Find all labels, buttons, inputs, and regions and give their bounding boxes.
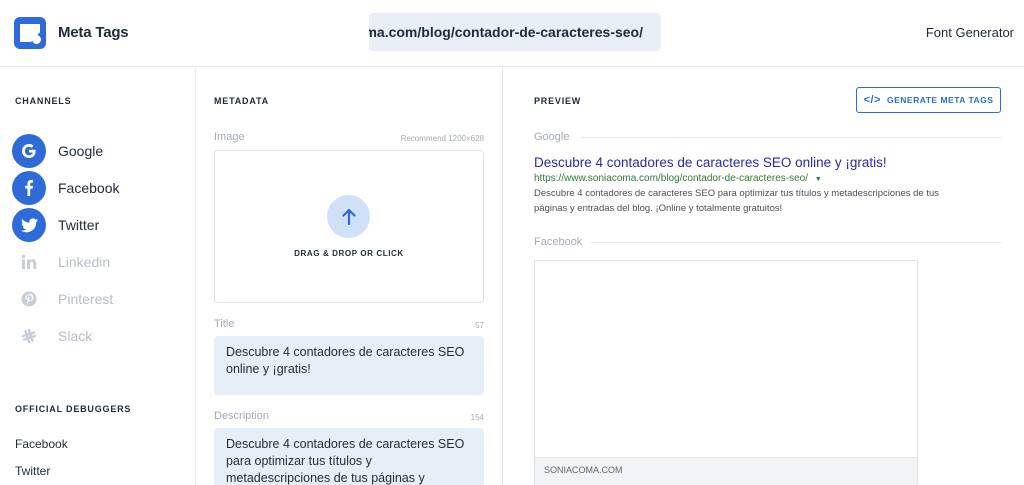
google-result-url: https://www.soniacoma.com/blog/contador-… bbox=[534, 173, 822, 184]
google-result-url-text: https://www.soniacoma.com/blog/contador-… bbox=[534, 173, 809, 184]
channel-twitter[interactable]: Twitter bbox=[12, 208, 182, 242]
top-bar: Meta Tags oma.com/blog/contador-de-carac… bbox=[0, 0, 1024, 67]
dropzone-text: DRAG & DROP OR CLICK bbox=[294, 249, 404, 258]
pinterest-icon bbox=[12, 282, 46, 316]
caret-down-icon: ▼ bbox=[814, 176, 822, 183]
font-generator-link[interactable]: Font Generator bbox=[926, 25, 1014, 40]
preview-panel: PREVIEW </> GENERATE META TAGS Google De… bbox=[503, 68, 1024, 485]
upload-arrow-icon bbox=[327, 195, 370, 238]
channel-label: Slack bbox=[58, 328, 93, 344]
channel-label: Linkedin bbox=[58, 254, 111, 270]
channel-facebook[interactable]: Facebook bbox=[12, 171, 182, 205]
slack-icon bbox=[12, 319, 46, 353]
image-label: Image bbox=[214, 131, 245, 143]
facebook-card-footer: SONIACOMA.COM bbox=[535, 457, 917, 485]
official-debuggers-heading: OFFICIAL DEBUGGERS bbox=[15, 404, 132, 414]
sidebar: CHANNELS Google Facebook Twitter Linkedi… bbox=[0, 68, 196, 485]
facebook-preview-card: SONIACOMA.COM bbox=[534, 260, 918, 485]
facebook-icon bbox=[12, 171, 46, 205]
metadata-heading: METADATA bbox=[214, 96, 269, 106]
facebook-card-domain: SONIACOMA.COM bbox=[544, 465, 623, 475]
google-result-title[interactable]: Descubre 4 contadores de caracteres SEO … bbox=[534, 155, 887, 170]
meta-tags-logo-icon[interactable] bbox=[14, 17, 46, 49]
google-icon bbox=[12, 134, 46, 168]
facebook-divider bbox=[591, 242, 1001, 243]
description-char-count: 154 bbox=[470, 413, 484, 422]
metadata-panel: METADATA Image Recommend 1200×628 DRAG &… bbox=[196, 68, 503, 485]
description-input[interactable]: Descubre 4 contadores de caracteres SEO … bbox=[214, 428, 484, 485]
preview-heading: PREVIEW bbox=[534, 96, 582, 106]
channel-slack[interactable]: Slack bbox=[12, 319, 182, 353]
debugger-link-facebook[interactable]: Facebook bbox=[15, 437, 68, 451]
code-icon: </> bbox=[863, 94, 881, 106]
url-input[interactable]: oma.com/blog/contador-de-caracteres-seo/ bbox=[369, 13, 661, 51]
channel-pinterest[interactable]: Pinterest bbox=[12, 282, 182, 316]
channels-heading: CHANNELS bbox=[15, 96, 72, 106]
linkedin-icon bbox=[12, 245, 46, 279]
channel-label: Twitter bbox=[58, 217, 100, 233]
generate-button-label: GENERATE META TAGS bbox=[886, 95, 994, 105]
channel-label: Pinterest bbox=[58, 291, 114, 307]
generate-meta-tags-button[interactable]: </> GENERATE META TAGS bbox=[856, 87, 1001, 113]
facebook-preview-label: Facebook bbox=[534, 236, 583, 248]
channel-label: Facebook bbox=[58, 180, 120, 196]
description-label: Description bbox=[214, 410, 270, 422]
channel-google[interactable]: Google bbox=[12, 134, 182, 168]
title-input[interactable]: Descubre 4 contadores de caracteres SEO … bbox=[214, 336, 484, 395]
brand-name[interactable]: Meta Tags bbox=[58, 24, 129, 41]
url-input-value: oma.com/blog/contador-de-caracteres-seo/ bbox=[369, 24, 643, 40]
title-label: Title bbox=[214, 318, 235, 330]
google-result-description: Descubre 4 contadores de caracteres SEO … bbox=[534, 188, 940, 214]
channel-label: Google bbox=[58, 143, 104, 159]
google-preview-label: Google bbox=[534, 131, 570, 143]
image-size-hint: Recommend 1200×628 bbox=[400, 134, 484, 143]
debugger-link-twitter[interactable]: Twitter bbox=[15, 464, 50, 478]
channel-linkedin[interactable]: Linkedin bbox=[12, 245, 182, 279]
twitter-icon bbox=[12, 208, 46, 242]
google-divider bbox=[581, 137, 1001, 138]
image-dropzone[interactable]: DRAG & DROP OR CLICK bbox=[214, 150, 484, 303]
title-char-count: 57 bbox=[475, 321, 484, 330]
